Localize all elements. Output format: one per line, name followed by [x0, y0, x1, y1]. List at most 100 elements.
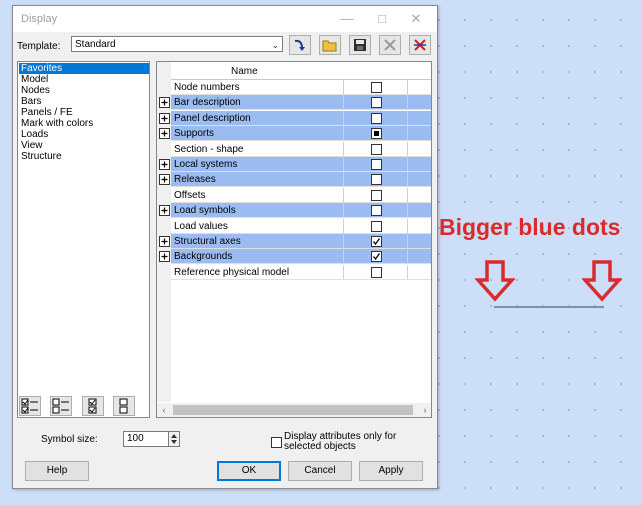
row-check-cell — [344, 80, 408, 95]
row-extra-cell — [408, 142, 431, 157]
apply-button[interactable]: Apply — [359, 461, 423, 481]
grid-row-backgrounds[interactable]: Backgrounds — [157, 249, 431, 265]
visibility-checkbox[interactable] — [371, 220, 382, 232]
grid-row-local-systems[interactable]: Local systems — [157, 157, 431, 172]
scroll-right-icon[interactable]: › — [418, 403, 431, 417]
expand-plus-icon[interactable] — [159, 159, 170, 170]
row-check-cell — [344, 95, 408, 111]
row-name: Load values — [171, 218, 344, 234]
row-extra-cell — [408, 110, 431, 126]
symbol-size-spinner[interactable] — [169, 431, 180, 447]
category-item-mark-with-colors[interactable]: Mark with colors — [19, 118, 149, 129]
reset-template-button[interactable] — [409, 35, 431, 55]
row-check-cell — [344, 110, 408, 126]
cancel-button[interactable]: Cancel — [288, 461, 352, 481]
row-name: Load symbols — [171, 203, 344, 219]
grid-row-reference-physical-model[interactable]: Reference physical model — [157, 264, 431, 280]
display-attributes-checkbox[interactable] — [271, 437, 282, 448]
bar-element[interactable] — [494, 306, 604, 308]
row-name: Reference physical model — [171, 264, 344, 280]
open-folder-button[interactable] — [319, 35, 341, 55]
category-item-nodes[interactable]: Nodes — [19, 85, 149, 96]
scroll-left-icon[interactable]: ‹ — [157, 403, 171, 417]
visibility-checkbox[interactable] — [371, 174, 382, 186]
floppy-disk-icon — [354, 39, 366, 51]
spinner-arrows-icon — [171, 434, 177, 444]
category-item-panels-fe[interactable]: Panels / FE — [19, 107, 149, 118]
grid-row-bar-description[interactable]: Bar description — [157, 95, 431, 111]
row-check-cell — [344, 141, 408, 157]
cross-reset-icon — [414, 39, 426, 51]
expand-plus-icon[interactable] — [159, 97, 170, 109]
row-check-cell — [344, 126, 408, 142]
dialog-title: Display — [21, 13, 58, 25]
grid-row-node-numbers[interactable]: Node numbers — [157, 80, 431, 95]
scroll-thumb[interactable] — [173, 405, 413, 415]
category-item-model[interactable]: Model — [19, 74, 149, 85]
minimize-icon[interactable]: — — [332, 9, 362, 29]
row-check-cell — [344, 157, 408, 172]
row-name: Releases — [171, 172, 344, 188]
row-extra-cell — [408, 188, 431, 203]
visibility-checkbox[interactable] — [371, 159, 382, 170]
expand-plus-icon[interactable] — [159, 174, 170, 186]
grid-row-load-values[interactable]: Load values — [157, 218, 431, 234]
expand-plus-icon[interactable] — [159, 251, 170, 263]
check-all-button[interactable] — [19, 396, 41, 416]
expand-plus-icon[interactable] — [159, 112, 170, 124]
expand-plus-icon[interactable] — [159, 205, 170, 217]
uncheck-all-button[interactable] — [50, 396, 72, 416]
help-button[interactable]: Help — [25, 461, 89, 481]
template-value: Standard — [75, 39, 116, 50]
row-extra-cell — [408, 234, 431, 249]
row-name: Node numbers — [171, 80, 344, 95]
load-template-button[interactable] — [289, 35, 311, 55]
row-extra-cell — [408, 265, 431, 280]
horizontal-scrollbar[interactable]: ‹ › — [157, 403, 431, 417]
uncheck-selected-button[interactable] — [113, 396, 135, 416]
checkbox-on-icon — [88, 398, 97, 414]
checklist-all-icon — [21, 398, 38, 414]
grid-row-panel-description[interactable]: Panel description — [157, 110, 431, 126]
maximize-icon[interactable]: □ — [367, 9, 397, 29]
expand-plus-icon[interactable] — [159, 236, 170, 247]
visibility-checkbox[interactable] — [371, 112, 382, 124]
attribute-grid[interactable]: Name Node numbers Bar description Panel de… — [156, 61, 432, 418]
category-item-view[interactable]: View — [19, 140, 149, 151]
grid-row-load-symbols[interactable]: Load symbols — [157, 203, 431, 219]
template-select[interactable]: Standard ⌄ — [71, 36, 283, 52]
visibility-checkbox[interactable] — [371, 97, 382, 109]
expand-plus-icon[interactable] — [159, 128, 170, 140]
grid-row-section-shape[interactable]: Section - shape — [157, 141, 431, 157]
row-name: Bar description — [171, 95, 344, 111]
grid-row-offsets[interactable]: Offsets — [157, 187, 431, 203]
grid-row-supports[interactable]: Supports — [157, 126, 431, 142]
category-item-favorites[interactable]: Favorites — [19, 63, 149, 74]
grid-row-structural-axes[interactable]: Structural axes — [157, 234, 431, 249]
check-selected-button[interactable] — [82, 396, 104, 416]
visibility-checkbox[interactable] — [371, 236, 382, 247]
row-extra-cell — [408, 157, 431, 172]
category-item-loads[interactable]: Loads — [19, 129, 149, 140]
visibility-checkbox[interactable] — [371, 205, 382, 217]
visibility-checkbox[interactable] — [371, 266, 382, 278]
row-check-cell — [344, 218, 408, 234]
close-icon[interactable]: ✕ — [401, 9, 431, 29]
save-template-button[interactable] — [349, 35, 371, 55]
display-attributes-label: Display attributes only for selected obj… — [284, 431, 397, 452]
symbol-size-input[interactable]: 100 — [123, 431, 169, 447]
category-item-bars[interactable]: Bars — [19, 96, 149, 107]
row-extra-cell — [408, 219, 431, 234]
visibility-checkbox[interactable] — [371, 82, 382, 93]
category-list[interactable]: Favorites Model Nodes Bars Panels / FE M… — [17, 61, 150, 418]
visibility-checkbox[interactable] — [371, 189, 382, 201]
row-check-cell — [344, 249, 408, 265]
visibility-checkbox[interactable] — [371, 128, 382, 140]
visibility-checkbox[interactable] — [371, 143, 382, 155]
ok-button[interactable]: OK — [217, 461, 281, 481]
grid-row-releases[interactable]: Releases — [157, 172, 431, 188]
category-item-structure[interactable]: Structure — [19, 151, 149, 162]
delete-template-button[interactable] — [379, 35, 401, 55]
row-name: Supports — [171, 126, 344, 142]
visibility-checkbox[interactable] — [371, 251, 382, 263]
